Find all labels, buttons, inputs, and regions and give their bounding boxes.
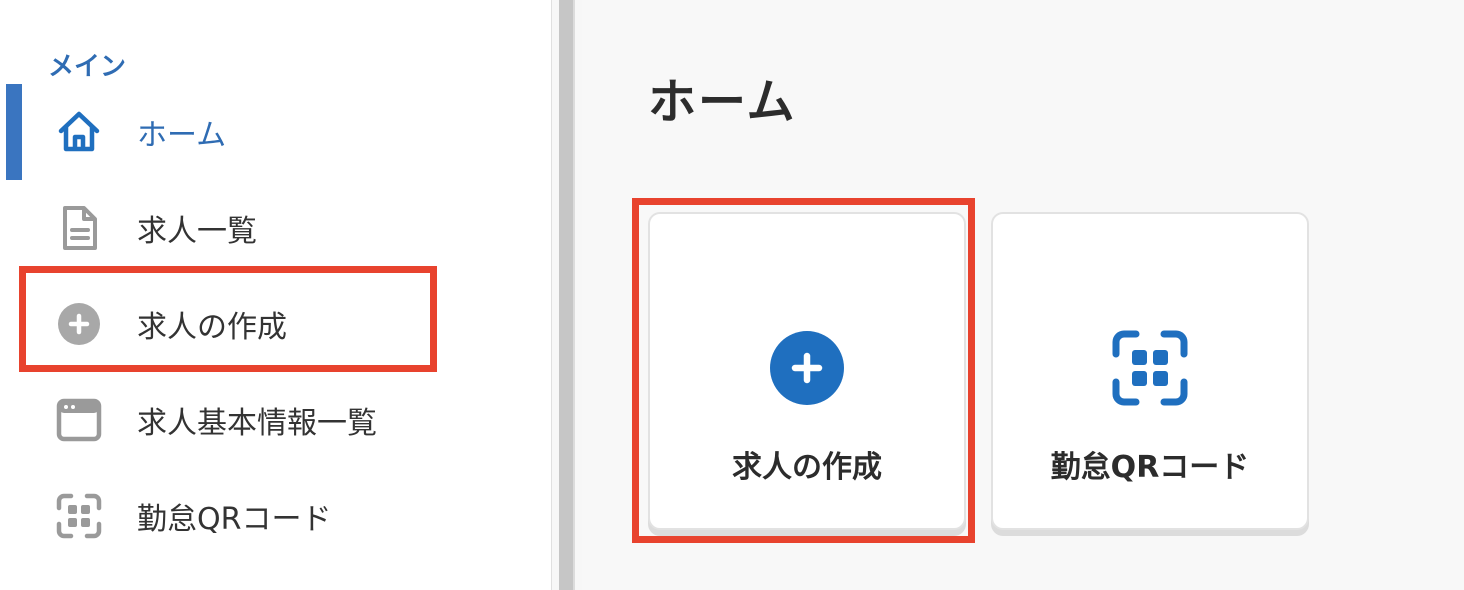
sidebar-item-label: ホーム — [137, 118, 227, 153]
sidebar: メイン ホーム 求人一覧 求人の作成 求人基本情報一覧 勤怠QRコード — [0, 0, 552, 590]
sidebar-item-home[interactable]: ホーム — [0, 84, 552, 180]
home-icon — [54, 107, 104, 157]
sidebar-item-label: 求人基本情報一覧 — [137, 406, 377, 441]
sidebar-item-attendance-qr[interactable]: 勤怠QRコード — [0, 468, 552, 564]
sidebar-item-label: 求人一覧 — [137, 214, 257, 249]
sidebar-item-create-job[interactable]: 求人の作成 — [0, 276, 552, 372]
plus-circle-icon — [54, 299, 104, 349]
card-label: 勤怠QRコード — [1050, 450, 1250, 485]
sidebar-item-job-basic-info[interactable]: 求人基本情報一覧 — [0, 372, 552, 468]
sidebar-item-label: 求人の作成 — [137, 310, 287, 345]
panel-splitter[interactable] — [559, 0, 575, 590]
window-icon — [54, 395, 104, 445]
card-label: 求人の作成 — [732, 450, 882, 485]
plus-circle-icon — [767, 328, 847, 408]
qr-scan-icon — [54, 491, 104, 541]
main-content: ホーム 求人の作成 勤怠QRコード — [582, 0, 1464, 590]
page-title: ホーム — [648, 74, 797, 130]
attendance-qr-card[interactable]: 勤怠QRコード — [991, 212, 1309, 530]
create-job-card[interactable]: 求人の作成 — [648, 212, 966, 530]
document-icon — [54, 203, 104, 253]
qr-scan-icon — [1110, 328, 1190, 408]
sidebar-item-label: 勤怠QRコード — [137, 502, 332, 537]
sidebar-item-job-list[interactable]: 求人一覧 — [0, 180, 552, 276]
sidebar-section-label: メイン — [48, 52, 127, 82]
